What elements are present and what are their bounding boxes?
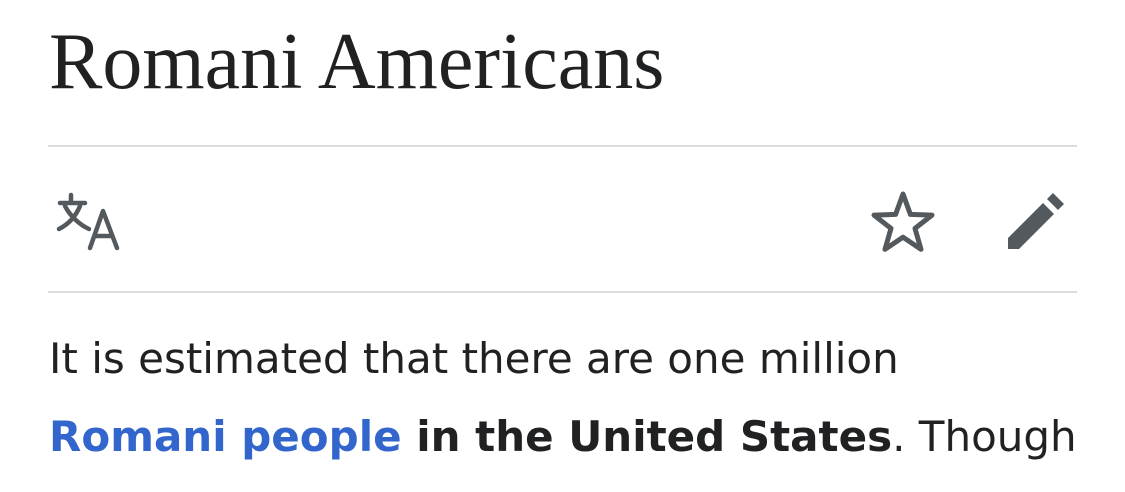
star-outline-icon <box>871 191 935 252</box>
body-text: . Though <box>892 412 1077 461</box>
article-body: It is estimated that there are one milli… <box>49 320 1109 476</box>
pencil-icon <box>1008 193 1064 249</box>
romani-people-link[interactable]: Romani people <box>49 412 402 461</box>
title-divider <box>48 145 1077 147</box>
body-line: Romani people in the United States. Thou… <box>49 398 1109 476</box>
translate-icon <box>56 192 120 251</box>
page-title: Romani Americans <box>49 18 665 106</box>
toolbar-divider <box>48 291 1077 293</box>
watch-star-button[interactable] <box>870 190 936 256</box>
edit-button[interactable] <box>1000 188 1070 258</box>
body-line: It is estimated that there are one milli… <box>49 334 899 383</box>
bold-text: in the United States <box>401 412 893 461</box>
language-button[interactable] <box>56 192 126 252</box>
